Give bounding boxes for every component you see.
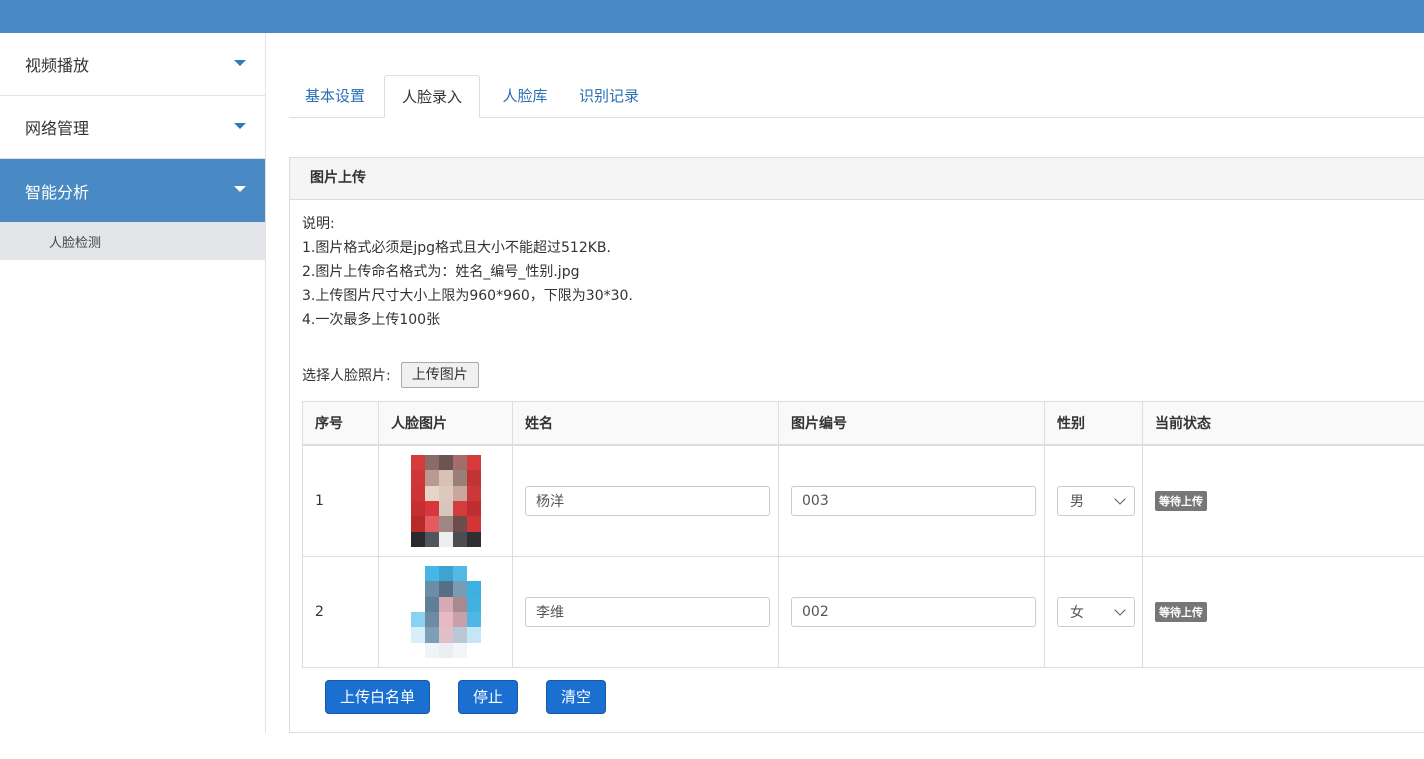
caret-down-icon xyxy=(234,123,246,129)
note-line: 2.图片上传命名格式为：姓名_编号_性别.jpg xyxy=(302,264,580,280)
chevron-down-icon xyxy=(1114,493,1126,505)
face-thumbnail xyxy=(410,455,481,547)
chevron-down-icon xyxy=(1114,604,1126,616)
sidebar: 视频播放 网络管理 智能分析 人脸检测 xyxy=(0,33,266,733)
action-bar: 上传白名单 停止 清空 xyxy=(325,680,634,714)
name-input[interactable] xyxy=(525,486,770,516)
table-row: 1 杨洋 003 男 等待上传 xyxy=(302,444,1424,557)
panel-title: 图片上传 xyxy=(290,158,1424,200)
gender-cell: 男 xyxy=(1044,444,1143,557)
name-cell xyxy=(512,444,779,557)
upload-image-button[interactable]: 上传图片 xyxy=(400,362,479,388)
note-line: 说明: xyxy=(302,216,335,232)
face-image-cell xyxy=(378,556,513,668)
choose-photo-row: 选择人脸照片: 上传图片 xyxy=(302,362,479,388)
status-badge: 等待上传 xyxy=(1155,602,1207,622)
gender-cell: 女 xyxy=(1044,556,1143,668)
gender-selected-value: 男 xyxy=(1070,494,1084,510)
table-row: 2 李维 002 女 等待上传 xyxy=(302,556,1424,668)
sidebar-item-label: 网络管理 xyxy=(25,119,90,138)
row-index: 1 xyxy=(302,444,379,557)
clear-button[interactable]: 清空 xyxy=(546,680,607,714)
note-line: 3.上传图片尺寸大小上限为960*960，下限为30*30. xyxy=(302,288,633,304)
table-header-row: 序号 人脸图片 姓名 图片编号 性别 当前状态 xyxy=(302,401,1424,446)
sidebar-item-smart-analysis[interactable]: 智能分析 xyxy=(0,159,265,222)
status-badge: 等待上传 xyxy=(1155,491,1207,511)
note-line: 4.一次最多上传100张 xyxy=(302,312,441,328)
sidebar-item-video-playback[interactable]: 视频播放 xyxy=(0,33,265,96)
gender-select[interactable]: 女 xyxy=(1057,597,1135,627)
face-table: 序号 人脸图片 姓名 图片编号 性别 当前状态 1 杨洋 003 男 等待上传 … xyxy=(302,401,1424,668)
row-index: 2 xyxy=(302,556,379,668)
col-header-gender: 性别 xyxy=(1044,401,1143,446)
code-cell xyxy=(778,556,1045,668)
choose-photo-label: 选择人脸照片: xyxy=(302,368,391,384)
col-header-index: 序号 xyxy=(302,401,379,446)
status-cell: 等待上传 xyxy=(1142,444,1424,557)
gender-select[interactable]: 男 xyxy=(1057,486,1135,516)
tab-basic-settings[interactable]: 基本设置 xyxy=(295,75,375,117)
note-line: 1.图片格式必须是jpg格式且大小不能超过512KB. xyxy=(302,240,611,256)
col-header-face-image: 人脸图片 xyxy=(378,401,513,446)
top-bar xyxy=(0,0,1424,33)
face-image-cell xyxy=(378,444,513,557)
image-code-input[interactable] xyxy=(791,486,1036,516)
upload-whitelist-button[interactable]: 上传白名单 xyxy=(325,680,431,714)
tab-bar: 基本设置 人脸录入 人脸库 识别记录 xyxy=(289,75,1424,118)
tab-face-library[interactable]: 人脸库 xyxy=(490,75,560,117)
code-cell xyxy=(778,444,1045,557)
gender-selected-value: 女 xyxy=(1070,605,1084,621)
sidebar-item-label: 智能分析 xyxy=(25,182,90,202)
stop-button[interactable]: 停止 xyxy=(458,680,519,714)
col-header-image-code: 图片编号 xyxy=(778,401,1045,446)
sidebar-subitem-label: 人脸检测 xyxy=(49,235,102,251)
tab-recognition-records[interactable]: 识别记录 xyxy=(569,75,649,117)
sidebar-subitem-face-detection[interactable]: 人脸检测 xyxy=(0,222,265,260)
name-cell xyxy=(512,556,779,668)
caret-down-icon xyxy=(234,60,246,66)
upload-instructions: 说明: 1.图片格式必须是jpg格式且大小不能超过512KB. 2.图片上传命名… xyxy=(302,212,633,332)
image-upload-panel: 图片上传 说明: 1.图片格式必须是jpg格式且大小不能超过512KB. 2.图… xyxy=(289,157,1424,733)
image-code-input[interactable] xyxy=(791,597,1036,627)
status-cell: 等待上传 xyxy=(1142,556,1424,668)
name-input[interactable] xyxy=(525,597,770,627)
face-thumbnail xyxy=(410,566,481,658)
col-header-status: 当前状态 xyxy=(1142,401,1424,446)
col-header-name: 姓名 xyxy=(512,401,779,446)
sidebar-item-label: 视频播放 xyxy=(25,56,90,75)
sidebar-item-network-management[interactable]: 网络管理 xyxy=(0,96,265,159)
tab-face-entry[interactable]: 人脸录入 xyxy=(384,75,480,118)
caret-down-icon xyxy=(234,186,246,192)
